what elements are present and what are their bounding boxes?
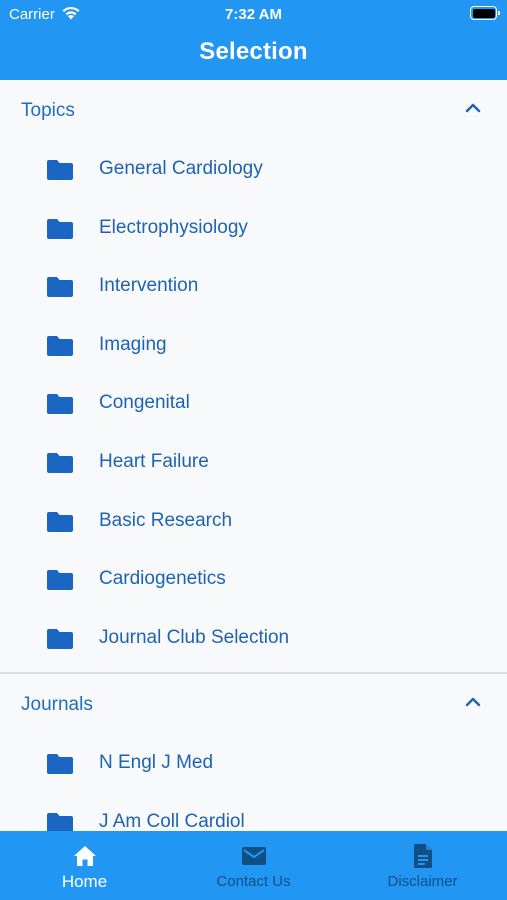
folder-icon xyxy=(47,277,73,298)
list-item-label: Intervention xyxy=(99,275,199,297)
list-item-label: Cardiogenetics xyxy=(99,568,226,590)
folder-icon xyxy=(47,452,73,473)
list-item-intervention[interactable]: Intervention xyxy=(0,259,507,318)
tab-contact-us[interactable]: Contact Us xyxy=(169,831,338,900)
list-item-label: Congenital xyxy=(99,392,190,414)
list-item-heart-failure[interactable]: Heart Failure xyxy=(0,435,507,494)
home-icon xyxy=(73,846,96,866)
tab-home[interactable]: Home xyxy=(0,831,169,900)
list-item-label: Journal Club Selection xyxy=(99,626,290,648)
folder-icon xyxy=(47,754,73,775)
section-journals: Journals N Engl J Med J Am Coll Cardiol xyxy=(0,674,507,831)
list-item-j-am-coll-cardiol[interactable]: J Am Coll Cardiol xyxy=(0,795,507,831)
section-topics: Topics General Cardiology Electrophysiol… xyxy=(0,80,507,675)
list-item-electrophysiology[interactable]: Electrophysiology xyxy=(0,201,507,260)
folder-icon xyxy=(47,570,73,591)
chevron-up-icon[interactable] xyxy=(465,102,481,114)
list-item-label: Basic Research xyxy=(99,509,233,531)
document-icon xyxy=(413,844,432,868)
folder-icon xyxy=(47,160,73,180)
list-item-cardiogenetics[interactable]: Cardiogenetics xyxy=(0,552,507,611)
list-item-congenital[interactable]: Congenital xyxy=(0,376,507,435)
app-bar: Carrier 7:32 AM Selection xyxy=(0,0,507,80)
folder-icon xyxy=(47,511,73,532)
section-header-topics[interactable]: Topics xyxy=(0,80,507,142)
section-title: Journals xyxy=(21,694,93,716)
list-item-label: J Am Coll Cardiol xyxy=(99,810,245,831)
tab-label: Home xyxy=(61,872,108,891)
selection-list: Topics General Cardiology Electrophysiol… xyxy=(0,80,507,831)
folder-icon xyxy=(47,394,73,415)
tab-label: Contact Us xyxy=(216,873,291,890)
battery-icon xyxy=(470,6,500,20)
section-header-journals[interactable]: Journals xyxy=(0,674,507,736)
folder-icon xyxy=(47,812,73,831)
status-bar: Carrier 7:32 AM xyxy=(0,0,507,28)
list-item-label: Electrophysiology xyxy=(99,216,248,238)
tab-disclaimer[interactable]: Disclaimer xyxy=(338,831,507,900)
folder-icon xyxy=(47,335,73,356)
list-item-label: N Engl J Med xyxy=(99,752,214,774)
list-item-general-cardiology[interactable]: General Cardiology xyxy=(0,142,507,201)
list-item-label: Heart Failure xyxy=(99,450,209,472)
list-item-journal-club-selection[interactable]: Journal Club Selection xyxy=(0,611,507,670)
tab-label: Disclaimer xyxy=(387,873,458,890)
page-title: Selection xyxy=(199,38,308,65)
list-item-basic-research[interactable]: Basic Research xyxy=(0,494,507,553)
folder-icon xyxy=(47,628,73,649)
folder-icon xyxy=(47,218,73,239)
mail-icon xyxy=(241,847,266,865)
bottom-navigation: Home Contact Us Disclaimer xyxy=(0,831,507,900)
chevron-up-icon[interactable] xyxy=(465,696,481,708)
section-title: Topics xyxy=(21,100,75,121)
clock: 7:32 AM xyxy=(225,6,282,23)
list-item-imaging[interactable]: Imaging xyxy=(0,318,507,377)
list-item-label: Imaging xyxy=(99,333,167,355)
list-item-n-engl-j-med[interactable]: N Engl J Med xyxy=(0,736,507,795)
list-item-label: General Cardiology xyxy=(99,158,263,179)
